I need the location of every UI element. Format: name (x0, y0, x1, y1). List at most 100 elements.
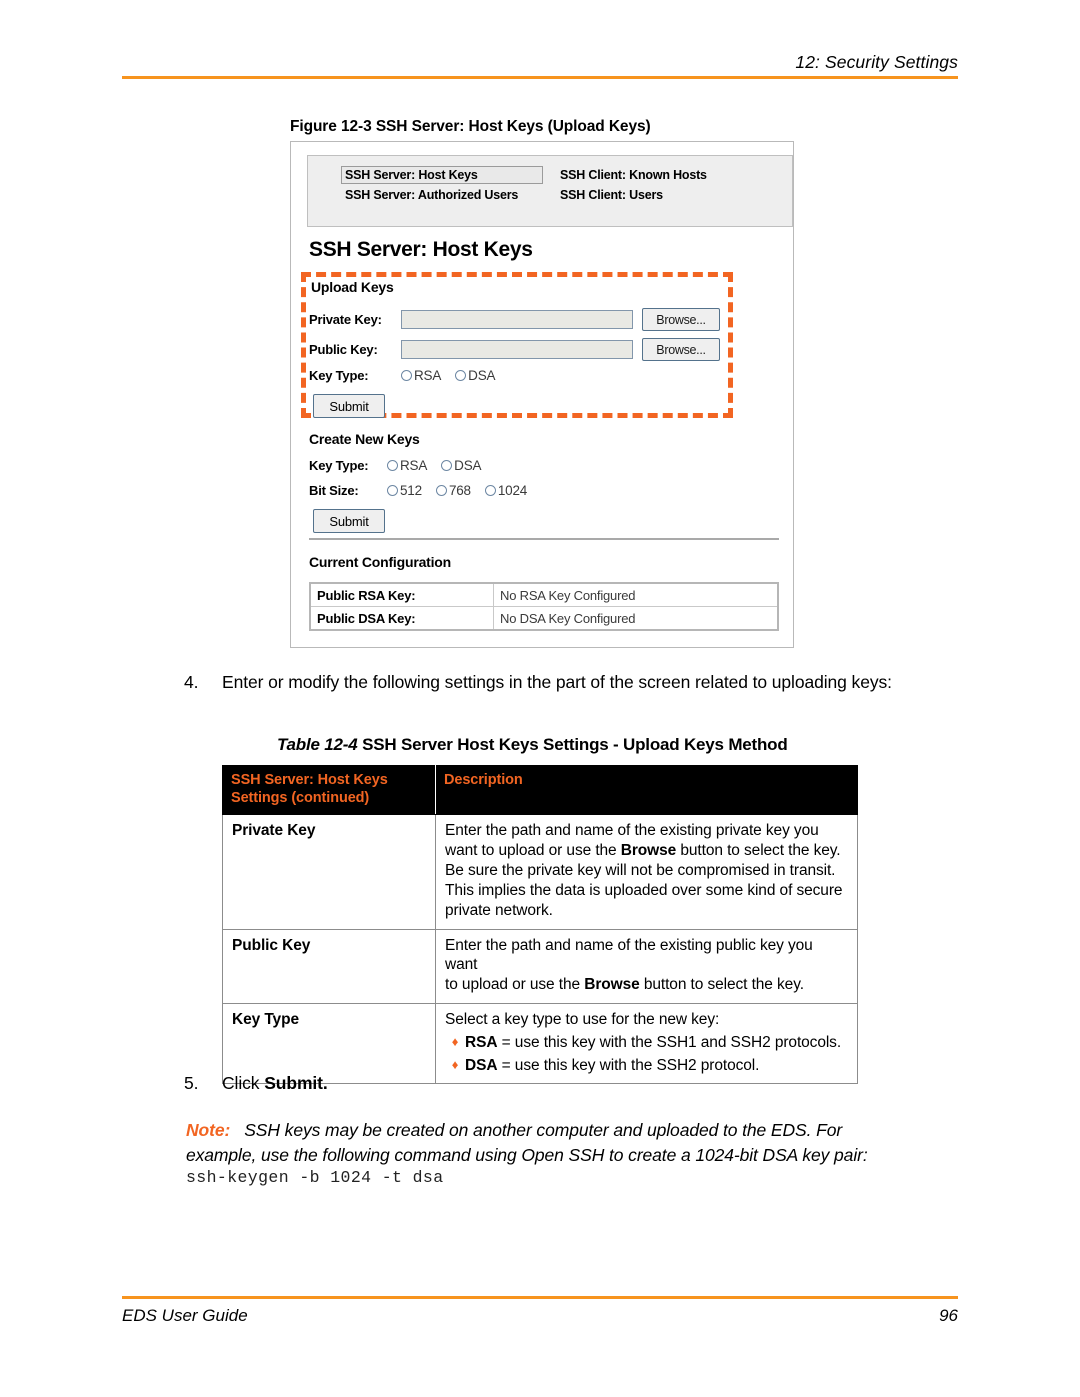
sidebar-item-ssh-server-host-keys[interactable]: SSH Server: Host Keys (341, 166, 543, 184)
private-key-input[interactable] (401, 310, 633, 329)
table-header-col1: SSH Server: Host Keys Settings (continue… (222, 764, 436, 816)
setting-name-key-type: Key Type (222, 1002, 436, 1085)
upload-key-type-radio-dsa[interactable]: DSA (455, 368, 496, 383)
bit-size-512-label: 512 (400, 483, 422, 498)
bullet-term: RSA (465, 1033, 498, 1051)
bullet-term: DSA (465, 1056, 498, 1074)
upload-keys-submit-button[interactable]: Submit (313, 394, 385, 418)
bit-size-768-label: 768 (448, 483, 471, 498)
section-label-upload-keys: Upload Keys (311, 279, 394, 295)
desc-line: private network. (445, 901, 553, 919)
desc-line: Be sure the private key will not be comp… (445, 862, 836, 880)
step-5: 5. Click Submit. (184, 1073, 1044, 1094)
step-5-submit-emphasis: Submit. (264, 1073, 328, 1093)
table-row: Private Key Enter the path and name of t… (222, 814, 858, 930)
bit-size-row: Bit Size: 512 768 1024 (309, 483, 541, 498)
table-header-col2: Description (435, 764, 858, 816)
desc-line: want to upload or use the Browse button … (445, 842, 841, 860)
private-key-browse-button[interactable]: Browse... (642, 308, 720, 331)
bullet-item-rsa: ♦ RSA = use this key with the SSH1 and S… (445, 1033, 848, 1053)
page-title: SSH Server: Host Keys (309, 238, 533, 261)
bit-size-radio-512[interactable]: 512 (387, 483, 422, 498)
setting-description-public-key: Enter the path and name of the existing … (435, 928, 858, 1005)
public-rsa-key-label: Public RSA Key: (309, 582, 494, 607)
chapter-title: 12: Security Settings (795, 52, 958, 72)
note-label: Note: (186, 1120, 231, 1140)
upload-key-type-radio-rsa[interactable]: RSA (401, 368, 441, 383)
section-label-create-new-keys: Create New Keys (309, 431, 420, 447)
desc-line: to upload or use the Browse button to se… (445, 976, 804, 994)
desc-line: Select a key type to use for the new key… (445, 1011, 720, 1028)
public-rsa-key-value: No RSA Key Configured (493, 582, 779, 607)
public-key-input[interactable] (401, 340, 633, 359)
public-dsa-key-value: No DSA Key Configured (493, 606, 779, 631)
setting-name-public-key: Public Key (222, 928, 436, 1005)
page-footer: EDS User Guide 96 (122, 1296, 958, 1326)
create-key-type-radio-rsa[interactable]: RSA (387, 458, 427, 473)
desc-line: Enter the path and name of the existing … (445, 822, 819, 840)
table-header-col1-line2: Settings (continued) (231, 789, 370, 806)
sidebar-item-ssh-client-known-hosts[interactable]: SSH Client: Known Hosts (556, 166, 792, 184)
create-key-type-radio-dsa[interactable]: DSA (441, 458, 482, 473)
sidebar-item-ssh-server-authorized-users[interactable]: SSH Server: Authorized Users (341, 186, 556, 204)
bullet-text: RSA = use this key with the SSH1 and SSH… (465, 1033, 841, 1053)
section-label-current-configuration: Current Configuration (309, 554, 452, 570)
current-configuration-table: Public RSA Key: No RSA Key Configured Pu… (309, 582, 779, 631)
radio-icon (484, 485, 496, 496)
footer-guide-title: EDS User Guide (122, 1305, 248, 1325)
bullet-rest: = use this key with the SSH1 and SSH2 pr… (497, 1033, 842, 1051)
table-caption-label: Table 12-4 (277, 735, 358, 754)
create-keys-submit-row: Submit (313, 509, 385, 533)
figure-caption-text: SSH Server: Host Keys (Upload Keys) (375, 118, 651, 135)
radio-icon (435, 485, 447, 496)
create-key-type-label: Key Type: (309, 458, 369, 473)
table-row: Public Key Enter the path and name of th… (222, 928, 858, 1005)
table-row: Key Type Select a key type to use for th… (222, 1002, 858, 1085)
bit-size-label: Bit Size: (309, 483, 359, 498)
table-row: Public DSA Key: No DSA Key Configured (309, 606, 779, 631)
table-caption-text: SSH Server Host Keys Settings - Upload K… (362, 735, 788, 754)
settings-table: SSH Server: Host Keys Settings (continue… (222, 764, 858, 1085)
upload-keys-submit-row: Submit (313, 394, 385, 418)
public-key-label: Public Key: (309, 342, 378, 357)
desc-line: This implies the data is uploaded over s… (445, 881, 843, 899)
private-key-label: Private Key: (309, 312, 382, 327)
public-key-browse-button[interactable]: Browse... (642, 338, 720, 361)
create-new-keys-submit-button[interactable]: Submit (313, 509, 385, 533)
radio-icon (387, 460, 398, 471)
nav-box: SSH Server: Host Keys SSH Client: Known … (307, 155, 793, 227)
create-key-type-dsa-label: DSA (454, 458, 482, 473)
desc-line: Enter the path and name of the existing … (445, 936, 813, 974)
sidebar-item-ssh-client-users[interactable]: SSH Client: Users (556, 186, 792, 204)
step-5-text: Click Submit. (222, 1073, 328, 1094)
browse-emphasis: Browse (584, 976, 640, 994)
step-4-text: Enter or modify the following settings i… (222, 672, 892, 692)
radio-icon (441, 460, 453, 471)
upload-key-type-radio-group: RSA DSA (401, 368, 509, 383)
private-key-row: Private Key: Browse... (309, 308, 720, 331)
bullet-rest: = use this key with the SSH2 protocol. (497, 1056, 760, 1074)
upload-key-type-label: Key Type: (309, 368, 369, 383)
radio-icon (387, 485, 398, 496)
table-caption: Table 12-4 SSH Server Host Keys Settings… (277, 735, 788, 755)
table-header-row: SSH Server: Host Keys Settings (continue… (222, 764, 858, 816)
table-header-col1-line1: SSH Server: Host Keys (231, 772, 388, 788)
radio-icon (455, 370, 467, 381)
step-4: 4. Enter or modify the following setting… (184, 672, 1044, 693)
bit-size-radio-1024[interactable]: 1024 (484, 483, 527, 498)
diamond-bullet-icon: ♦ (451, 1033, 459, 1049)
radio-icon (401, 370, 412, 381)
bit-size-radio-768[interactable]: 768 (435, 483, 471, 498)
create-key-type-rsa-label: RSA (400, 458, 428, 473)
upload-key-type-row: Key Type: RSA DSA (309, 368, 509, 383)
create-key-type-row: Key Type: RSA DSA (309, 458, 495, 473)
setting-description-key-type: Select a key type to use for the new key… (435, 1002, 858, 1085)
public-key-row: Public Key: Browse... (309, 338, 720, 361)
step-5-text-pre: Click (222, 1073, 265, 1093)
step-5-number: 5. (184, 1073, 199, 1093)
note-line-2: example, use the following command using… (186, 1144, 868, 1165)
note-block: Note: SSH keys may be created on another … (186, 1118, 886, 1167)
upload-key-type-dsa-label: DSA (468, 368, 496, 383)
figure-caption: Figure 12-3 SSH Server: Host Keys (Uploa… (290, 118, 651, 136)
table-row: Public RSA Key: No RSA Key Configured (309, 582, 779, 607)
